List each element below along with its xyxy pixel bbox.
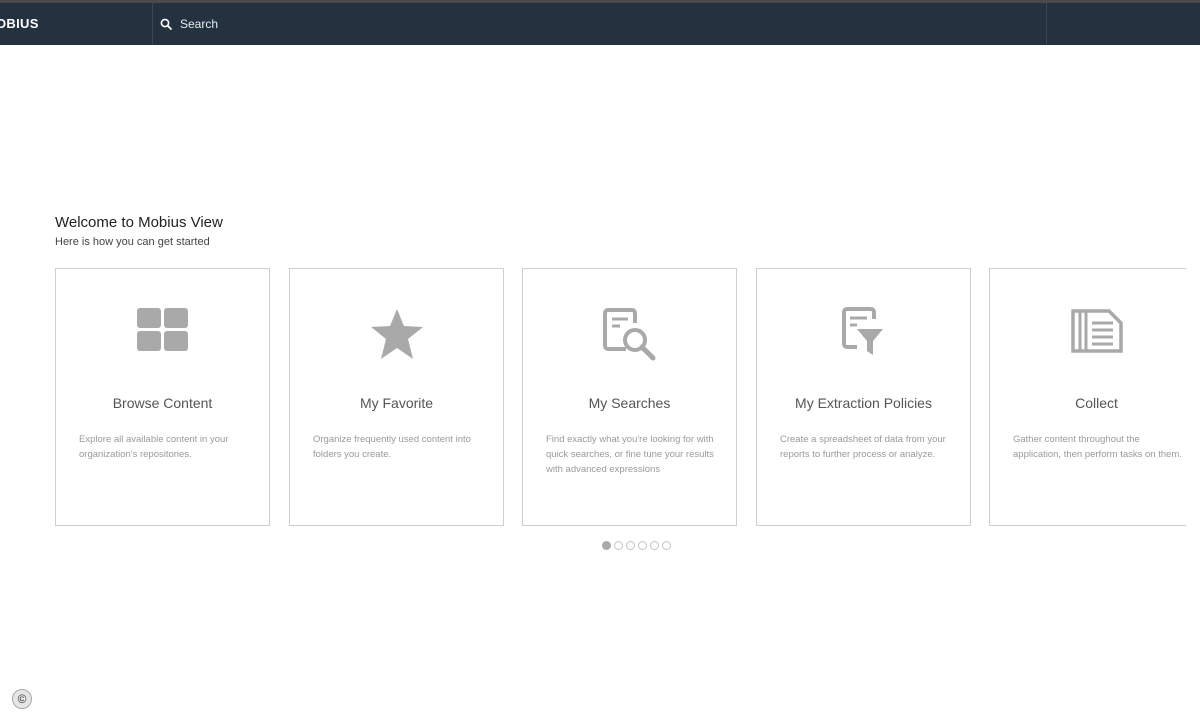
pagination-dot[interactable]: [602, 541, 611, 550]
app-logo[interactable]: OBIUS: [0, 3, 39, 45]
header-divider: [1046, 3, 1047, 45]
search-input[interactable]: [180, 17, 480, 31]
pagination-dot[interactable]: [650, 541, 659, 550]
card-my-extraction-policies[interactable]: My Extraction Policies Create a spreadsh…: [756, 268, 971, 526]
search-bar[interactable]: [153, 3, 1046, 45]
feature-carousel: Browse Content Explore all available con…: [55, 268, 1186, 528]
copyright-icon[interactable]: ©: [12, 689, 32, 709]
card-description: Gather content throughout the applicatio…: [1013, 434, 1182, 460]
welcome-section: Welcome to Mobius View Here is how you c…: [55, 214, 223, 248]
card-description: Create a spreadsheet of data from your r…: [780, 434, 946, 460]
pagination-dot[interactable]: [638, 541, 647, 550]
card-title: Collect: [1075, 395, 1118, 411]
card-description: Find exactly what you're looking for wit…: [546, 434, 714, 475]
card-description: Organize frequently used content into fo…: [313, 434, 471, 460]
search-icon: [160, 18, 172, 30]
card-collect[interactable]: Collect Gather content throughout the ap…: [989, 268, 1186, 526]
card-my-searches[interactable]: My Searches Find exactly what you're loo…: [522, 268, 737, 526]
document-filter-icon: [841, 307, 883, 355]
pagination-dot[interactable]: [614, 541, 623, 550]
document-list-icon: [1070, 309, 1123, 353]
star-icon: [370, 309, 423, 359]
card-title: Browse Content: [112, 395, 213, 411]
top-navigation-bar: OBIUS: [0, 0, 1200, 45]
grid-icon: [136, 308, 188, 351]
pagination-dot[interactable]: [626, 541, 635, 550]
welcome-subtitle: Here is how you can get started: [55, 236, 210, 248]
card-description: Explore all available content in your or…: [79, 434, 229, 460]
document-search-icon: [602, 308, 655, 361]
carousel-pagination: [602, 541, 671, 550]
pagination-dot[interactable]: [662, 541, 671, 550]
welcome-title: Welcome to Mobius View: [55, 214, 223, 231]
card-browse-content[interactable]: Browse Content Explore all available con…: [55, 268, 270, 526]
card-title: My Favorite: [359, 395, 434, 411]
card-title: My Searches: [588, 395, 671, 411]
card-title: My Extraction Policies: [795, 395, 932, 411]
card-my-favorite[interactable]: My Favorite Organize frequently used con…: [289, 268, 504, 526]
